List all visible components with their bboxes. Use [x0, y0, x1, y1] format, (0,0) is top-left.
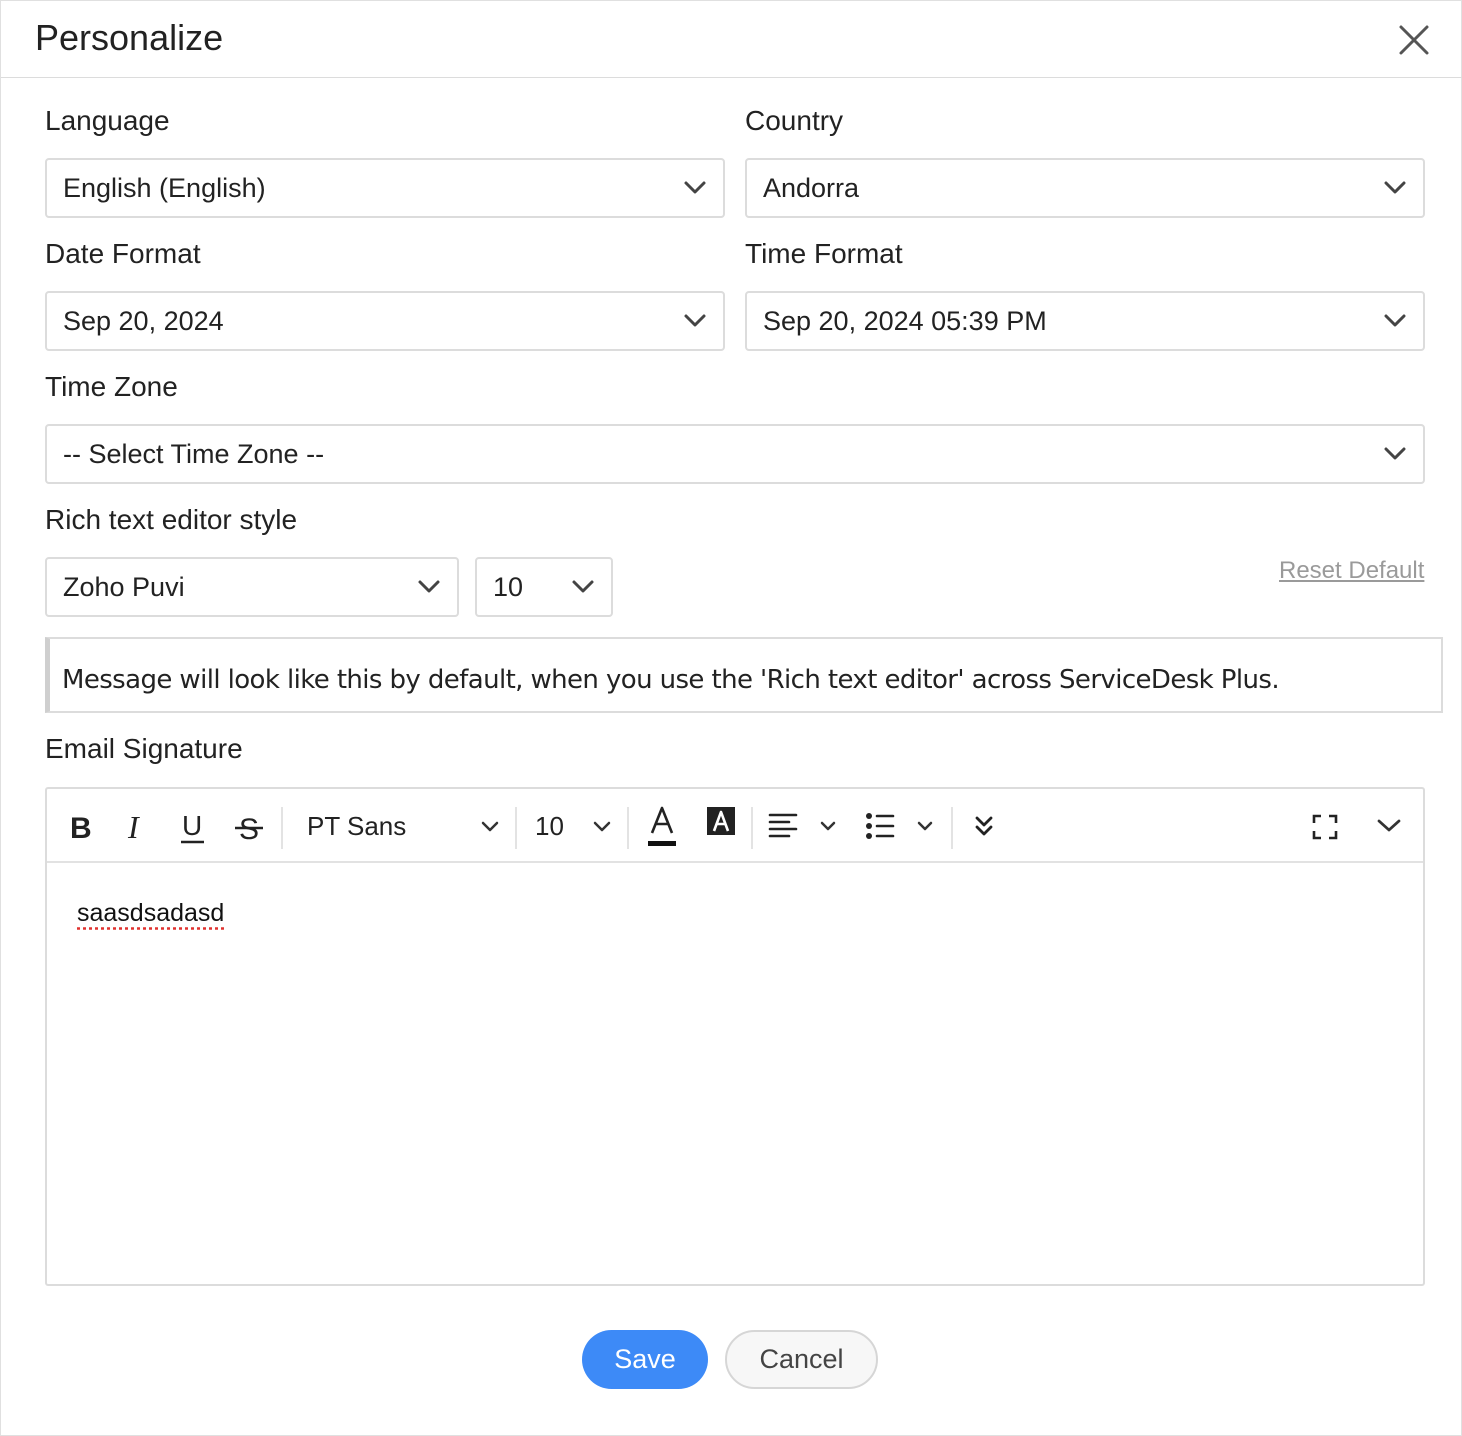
time-zone-value: -- Select Time Zone -- — [63, 439, 325, 469]
time-zone-label: Time Zone — [45, 371, 178, 402]
language-select[interactable]: English (English) — [45, 158, 725, 218]
editor-size-select[interactable]: 10 — [533, 803, 613, 849]
chevron-down-icon — [1384, 181, 1406, 194]
svg-text:S: S — [239, 813, 259, 846]
time-format-select[interactable]: Sep 20, 2024 05:39 PM — [745, 291, 1425, 351]
font-color-icon[interactable] — [645, 803, 679, 851]
rich-text-font-value: Zoho Puvi — [63, 572, 185, 602]
date-format-label: Date Format — [45, 238, 201, 269]
chevron-down-icon — [684, 181, 706, 194]
preview-text: Message will look like this by default, … — [62, 665, 1280, 695]
chevron-down-icon — [572, 580, 594, 593]
chevron-down-icon — [593, 821, 611, 832]
editor-font-select[interactable]: PT Sans — [303, 803, 503, 849]
toolbar-divider — [951, 807, 953, 849]
toolbar-divider — [515, 807, 517, 849]
italic-icon[interactable]: I — [123, 807, 153, 847]
reset-default-link[interactable]: Reset Default — [1279, 557, 1424, 585]
dialog-title: Personalize — [35, 17, 224, 58]
personalize-dialog: Personalize Language English (English) C… — [0, 0, 1462, 1436]
chevron-down-icon — [418, 580, 440, 593]
country-select[interactable]: Andorra — [745, 158, 1425, 218]
svg-text:U: U — [182, 810, 202, 841]
signature-content: saasdsadasd — [77, 899, 225, 927]
chevron-down-icon — [1384, 314, 1406, 327]
chevron-down-icon — [1384, 447, 1406, 460]
close-icon[interactable] — [1397, 23, 1431, 57]
rich-text-preview: Message will look like this by default, … — [45, 637, 1443, 713]
toolbar-divider — [627, 807, 629, 849]
rich-text-size-value: 10 — [493, 572, 524, 602]
highlight-color-icon[interactable] — [705, 805, 737, 837]
underline-icon[interactable]: U — [177, 807, 209, 847]
country-label: Country — [745, 105, 844, 136]
more-icon[interactable] — [971, 813, 997, 841]
rich-text-font-select[interactable]: Zoho Puvi — [45, 557, 459, 617]
signature-editor: B I U S PT Sans 10 saasdsadasd — [45, 787, 1425, 1286]
editor-font-value: PT Sans — [307, 811, 407, 841]
time-zone-select[interactable]: -- Select Time Zone -- — [45, 424, 1425, 484]
editor-toolbar: B I U S PT Sans 10 — [47, 789, 1423, 863]
cancel-button[interactable]: Cancel — [725, 1330, 878, 1389]
strikethrough-icon[interactable]: S — [233, 807, 265, 847]
language-value: English (English) — [63, 173, 266, 203]
save-button[interactable]: Save — [582, 1330, 708, 1389]
time-format-label: Time Format — [745, 238, 903, 269]
language-label: Language — [45, 105, 170, 136]
rich-text-style-label: Rich text editor style — [45, 504, 298, 535]
align-left-icon[interactable] — [767, 809, 839, 845]
collapse-icon[interactable] — [1375, 817, 1403, 835]
signature-body[interactable]: saasdsadasd — [47, 863, 1423, 1284]
bullet-list-icon[interactable] — [863, 809, 937, 845]
time-format-value: Sep 20, 2024 05:39 PM — [763, 306, 1047, 336]
chevron-down-icon — [684, 314, 706, 327]
date-format-select[interactable]: Sep 20, 2024 — [45, 291, 725, 351]
rich-text-size-select[interactable]: 10 — [475, 557, 613, 617]
email-signature-label: Email Signature — [45, 733, 243, 764]
bold-icon[interactable]: B — [67, 807, 97, 847]
toolbar-divider — [281, 807, 283, 849]
date-format-value: Sep 20, 2024 — [63, 306, 224, 336]
dialog-header: Personalize — [1, 1, 1462, 78]
chevron-down-icon — [481, 821, 499, 832]
fullscreen-icon[interactable] — [1311, 813, 1339, 841]
svg-text:B: B — [70, 812, 92, 845]
svg-text:I: I — [127, 809, 140, 845]
editor-size-value: 10 — [535, 811, 564, 841]
toolbar-divider — [751, 807, 753, 849]
country-value: Andorra — [763, 173, 860, 203]
